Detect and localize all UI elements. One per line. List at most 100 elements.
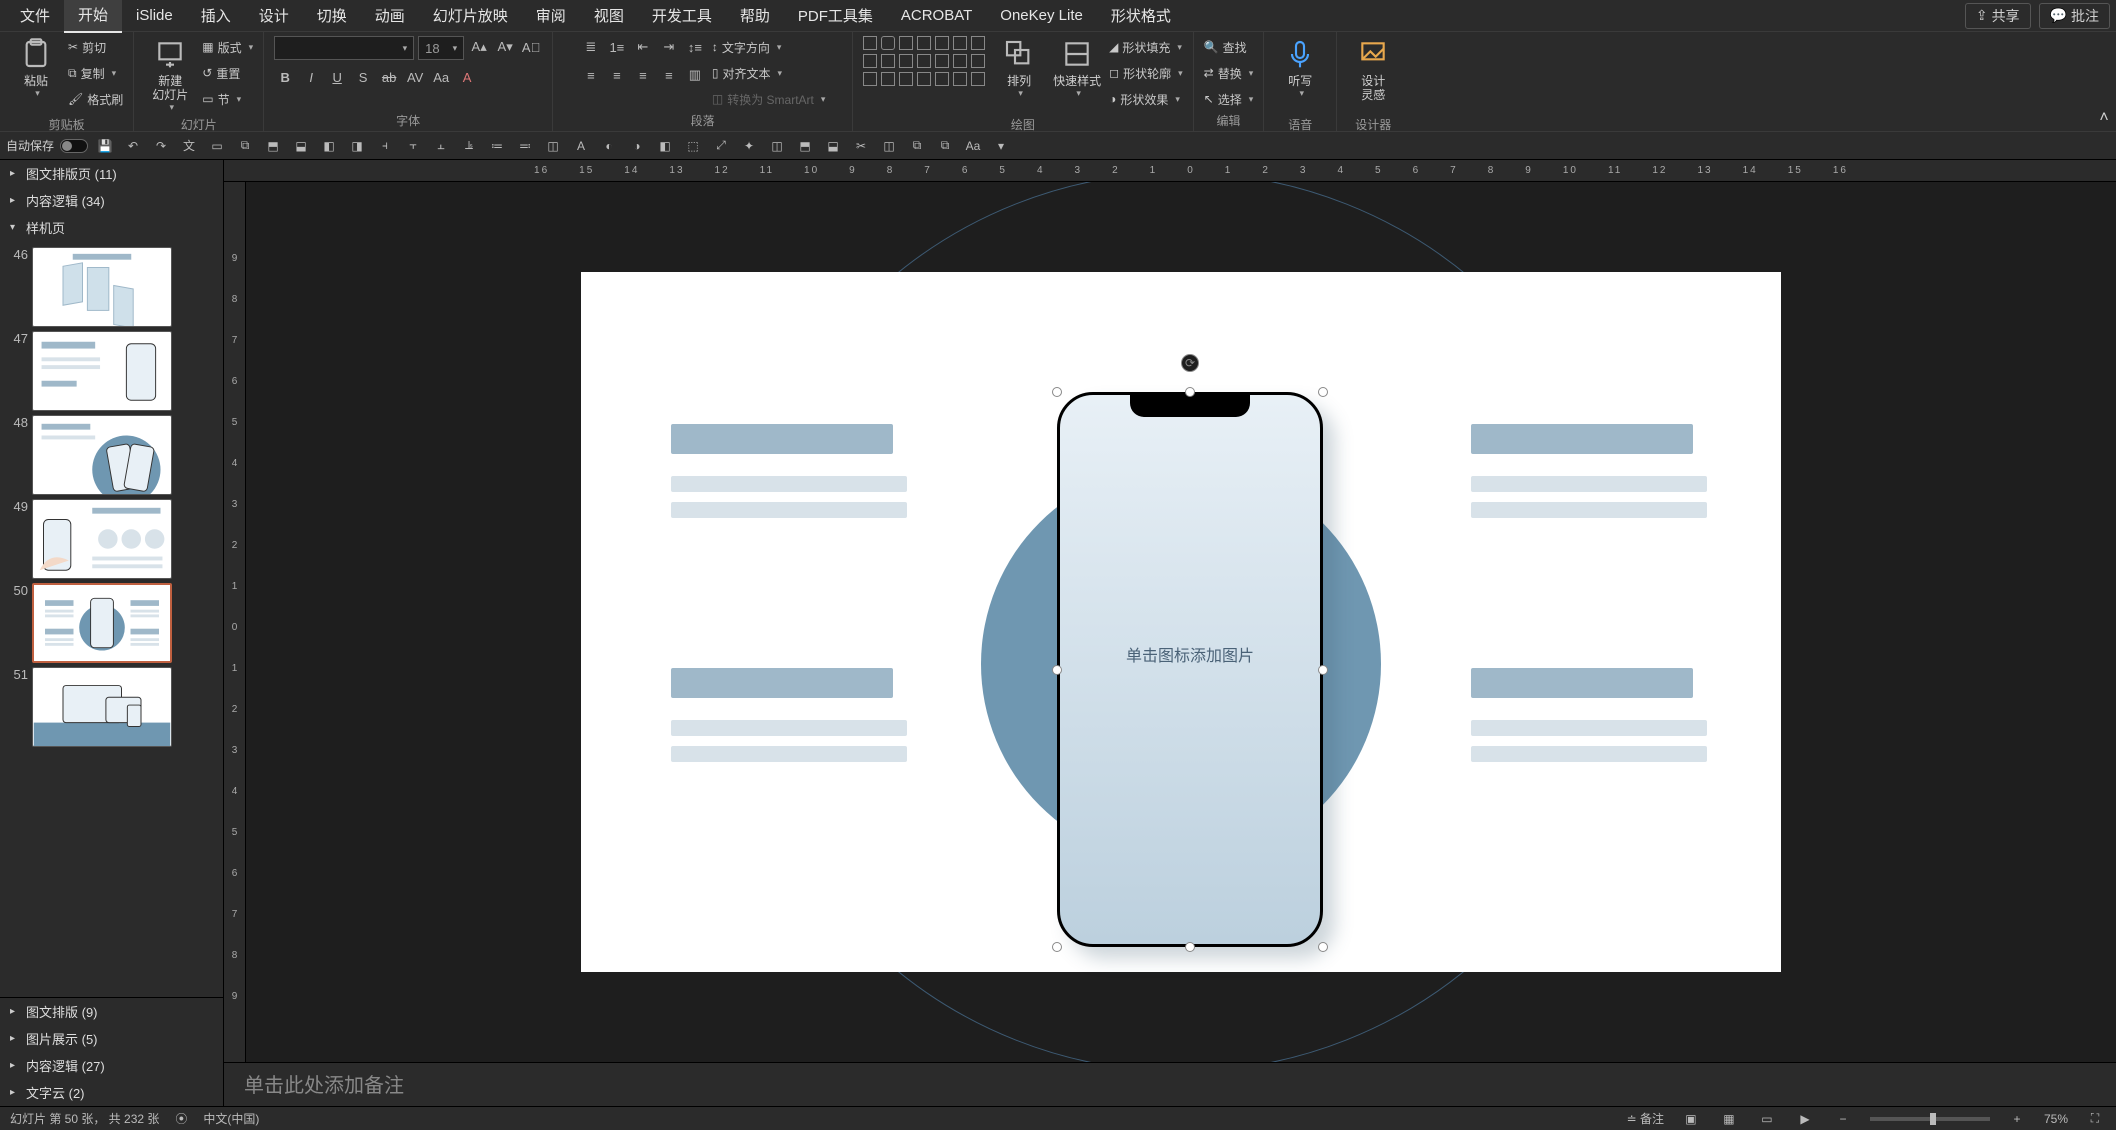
font-size-select[interactable]: 18▾ bbox=[418, 36, 464, 60]
autosave-toggle[interactable] bbox=[60, 139, 88, 153]
outline-item[interactable]: ▾样机页 bbox=[0, 214, 223, 241]
slide-thumb-50[interactable] bbox=[32, 583, 172, 663]
menu-onekey[interactable]: OneKey Lite bbox=[986, 1, 1097, 30]
view-slideshow-button[interactable]: ▶ bbox=[1794, 1110, 1816, 1128]
comments-button[interactable]: 💬批注 bbox=[2039, 3, 2110, 29]
qat-b20[interactable]: ◑ bbox=[626, 135, 648, 157]
qat-b09[interactable]: ◧ bbox=[318, 135, 340, 157]
qat-b30[interactable]: ⧉ bbox=[906, 135, 928, 157]
qat-b15[interactable]: ≔ bbox=[486, 135, 508, 157]
outline-item[interactable]: ▸图片展示 (5) bbox=[0, 1025, 223, 1052]
menu-insert[interactable]: 插入 bbox=[187, 0, 245, 32]
qat-undo[interactable]: ↶ bbox=[122, 135, 144, 157]
new-slide-button[interactable]: 新建 幻灯片 ▾ bbox=[144, 36, 196, 114]
qat-b26[interactable]: ⬒ bbox=[794, 135, 816, 157]
decrease-font-button[interactable]: A▾ bbox=[494, 36, 516, 58]
placeholder-heading[interactable] bbox=[671, 424, 893, 454]
dictate-button[interactable]: 听写▾ bbox=[1274, 36, 1326, 114]
menu-review[interactable]: 审阅 bbox=[522, 0, 580, 32]
placeholder-text[interactable] bbox=[671, 720, 907, 736]
outline-item[interactable]: ▸内容逻辑 (27) bbox=[0, 1052, 223, 1079]
placeholder-text[interactable] bbox=[1471, 720, 1707, 736]
slide-thumb-49[interactable] bbox=[32, 499, 172, 579]
placeholder-heading[interactable] bbox=[671, 668, 893, 698]
designer-button[interactable]: 设计 灵感 bbox=[1347, 36, 1399, 114]
underline-button[interactable]: U bbox=[326, 66, 348, 88]
indent-inc-button[interactable]: ⇥ bbox=[658, 36, 680, 58]
align-text-button[interactable]: ▯对齐文本▾ bbox=[712, 62, 826, 84]
menu-pdftools[interactable]: PDF工具集 bbox=[784, 0, 887, 32]
qat-b16[interactable]: ≕ bbox=[514, 135, 536, 157]
menu-islide[interactable]: iSlide bbox=[122, 1, 187, 30]
menu-acrobat[interactable]: ACROBAT bbox=[887, 1, 986, 30]
qat-b05[interactable]: ▭ bbox=[206, 135, 228, 157]
find-button[interactable]: 🔍查找 bbox=[1204, 36, 1254, 58]
qat-b14[interactable]: ⫡ bbox=[458, 135, 480, 157]
phone-mockup[interactable]: 单击图标添加图片 bbox=[1057, 392, 1323, 947]
menu-transition[interactable]: 切换 bbox=[303, 0, 361, 32]
quick-styles-button[interactable]: 快速样式▾ bbox=[1051, 36, 1103, 114]
outline-item[interactable]: ▸文字云 (2) bbox=[0, 1079, 223, 1106]
qat-b24[interactable]: ✦ bbox=[738, 135, 760, 157]
paste-button[interactable]: 粘贴 ▾ bbox=[10, 36, 62, 114]
status-notes-button[interactable]: ≐ 备注 bbox=[1627, 1110, 1664, 1127]
qat-b07[interactable]: ⬒ bbox=[262, 135, 284, 157]
placeholder-text[interactable] bbox=[671, 502, 907, 518]
menu-home[interactable]: 开始 bbox=[64, 0, 122, 33]
menu-file[interactable]: 文件 bbox=[6, 0, 64, 32]
qat-more[interactable]: ▾ bbox=[990, 135, 1012, 157]
slide-thumb-48[interactable] bbox=[32, 415, 172, 495]
slide-thumb-46[interactable] bbox=[32, 247, 172, 327]
shape-outline-button[interactable]: ◻形状轮廓▾ bbox=[1109, 62, 1183, 84]
qat-b11[interactable]: ⫞ bbox=[374, 135, 396, 157]
zoom-value[interactable]: 75% bbox=[2044, 1112, 2068, 1126]
text-direction-button[interactable]: ↕文字方向▾ bbox=[712, 36, 826, 58]
qat-b17[interactable]: ◫ bbox=[542, 135, 564, 157]
slide[interactable]: ⟳ 单击图标添加图片 bbox=[581, 272, 1781, 972]
view-normal-button[interactable]: ▣ bbox=[1680, 1110, 1702, 1128]
format-painter-button[interactable]: 🖌格式刷 bbox=[68, 88, 123, 110]
char-spacing-button[interactable]: AV bbox=[404, 66, 426, 88]
italic-button[interactable]: I bbox=[300, 66, 322, 88]
qat-b18[interactable]: A bbox=[570, 135, 592, 157]
zoom-out-button[interactable]: − bbox=[1832, 1110, 1854, 1128]
select-button[interactable]: ↖选择▾ bbox=[1204, 88, 1254, 110]
menu-devtools[interactable]: 开发工具 bbox=[638, 0, 726, 32]
placeholder-text[interactable] bbox=[1471, 476, 1707, 492]
notes-pane[interactable]: 单击此处添加备注 bbox=[224, 1062, 2116, 1106]
slide-canvas[interactable]: ⟳ 单击图标添加图片 bbox=[246, 182, 2116, 1062]
qat-redo[interactable]: ↷ bbox=[150, 135, 172, 157]
placeholder-heading[interactable] bbox=[1471, 668, 1693, 698]
qat-b08[interactable]: ⬓ bbox=[290, 135, 312, 157]
layout-button[interactable]: ▦版式▾ bbox=[202, 36, 253, 58]
font-name-select[interactable]: ▾ bbox=[274, 36, 414, 60]
view-sorter-button[interactable]: ▦ bbox=[1718, 1110, 1740, 1128]
bold-button[interactable]: B bbox=[274, 66, 296, 88]
qat-b13[interactable]: ⫠ bbox=[430, 135, 452, 157]
reset-button[interactable]: ↺重置 bbox=[202, 62, 253, 84]
outline-item[interactable]: ▸图文排版 (9) bbox=[0, 998, 223, 1025]
replace-button[interactable]: ⇄替换▾ bbox=[1204, 62, 1254, 84]
fit-window-button[interactable]: ⛶ bbox=[2084, 1110, 2106, 1128]
align-right-button[interactable]: ≡ bbox=[632, 64, 654, 86]
thumbnail-list[interactable]: 46 47 48 49 50 bbox=[0, 241, 223, 997]
outline-item[interactable]: ▸图文排版页 (11) bbox=[0, 160, 223, 187]
horizontal-ruler[interactable]: 1615141312111098765432101234567891011121… bbox=[224, 160, 2116, 182]
accessibility-icon[interactable]: ⦿ bbox=[175, 1110, 187, 1127]
status-language[interactable]: 中文(中国) bbox=[203, 1110, 259, 1127]
placeholder-text[interactable] bbox=[1471, 746, 1707, 762]
qat-textbox[interactable]: 文 bbox=[178, 135, 200, 157]
vertical-ruler[interactable]: 9876543210123456789 bbox=[224, 182, 246, 1062]
qat-b10[interactable]: ◨ bbox=[346, 135, 368, 157]
qat-save[interactable]: 💾 bbox=[94, 135, 116, 157]
align-left-button[interactable]: ≡ bbox=[580, 64, 602, 86]
justify-button[interactable]: ≡ bbox=[658, 64, 680, 86]
shapes-gallery[interactable] bbox=[863, 36, 987, 88]
zoom-slider[interactable] bbox=[1870, 1117, 1990, 1121]
qat-b23[interactable]: ⤢ bbox=[710, 135, 732, 157]
line-spacing-button[interactable]: ↕≡ bbox=[684, 36, 706, 58]
increase-font-button[interactable]: A▴ bbox=[468, 36, 490, 58]
placeholder-text[interactable] bbox=[1471, 502, 1707, 518]
qat-b27[interactable]: ⬓ bbox=[822, 135, 844, 157]
bullets-button[interactable]: ≣ bbox=[580, 36, 602, 58]
